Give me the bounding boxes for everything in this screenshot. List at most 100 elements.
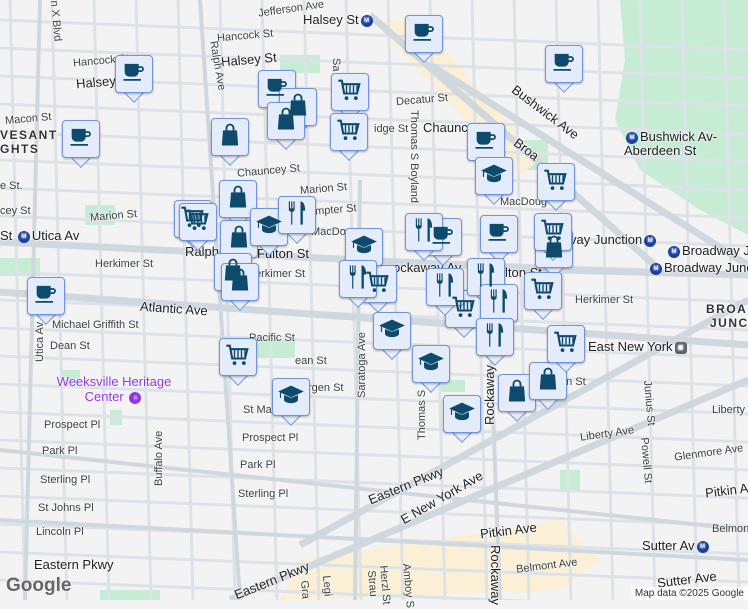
marker-box xyxy=(211,118,249,156)
shopping-icon xyxy=(216,121,244,154)
grocery-icon xyxy=(552,328,580,361)
station-name: Broadway Junc xyxy=(664,260,748,275)
grocery-marker[interactable] xyxy=(179,203,217,251)
shopping-marker[interactable] xyxy=(211,118,249,166)
coffee-marker[interactable] xyxy=(115,55,153,103)
shopping-icon xyxy=(225,223,253,256)
street-label: Thomas S xyxy=(416,389,428,440)
station-label: Halsey St M xyxy=(303,12,375,27)
grocery-marker[interactable] xyxy=(524,272,562,320)
coffee-icon xyxy=(410,18,438,51)
marker-box xyxy=(272,378,310,416)
street-label: e St. xyxy=(0,180,23,192)
restaurant-marker[interactable] xyxy=(405,213,443,261)
train-icon: ▣ xyxy=(674,341,687,354)
street-label: rgen St xyxy=(308,382,344,394)
restaurant-icon xyxy=(481,321,509,354)
street-label: Prospect Pl xyxy=(242,432,299,444)
school-marker[interactable] xyxy=(412,345,450,393)
street-label: idge St xyxy=(374,123,409,135)
shopping-marker[interactable] xyxy=(221,263,259,311)
marker-box xyxy=(467,123,505,161)
neighborhood-label: VESANT xyxy=(0,128,58,142)
station-name: vay Junction xyxy=(570,232,643,247)
marker-box xyxy=(529,362,567,400)
restaurant-marker[interactable] xyxy=(278,196,316,244)
coffee-marker[interactable] xyxy=(62,120,100,168)
station-name: Bushwick Av-Aberdeen St xyxy=(624,129,718,158)
restaurant-marker[interactable] xyxy=(339,260,377,308)
museum-icon: ⌂ xyxy=(129,391,142,404)
grocery-marker[interactable] xyxy=(537,163,575,211)
street-label: Sa xyxy=(330,58,342,72)
coffee-marker[interactable] xyxy=(405,15,443,63)
coffee-marker[interactable] xyxy=(27,277,65,325)
street-label: Thomas S Boyland xyxy=(408,110,420,203)
street-label: MacDo xyxy=(311,226,346,238)
street-label: Herkimer St xyxy=(95,258,154,270)
coffee-icon xyxy=(32,280,60,313)
shopping-icon xyxy=(226,266,254,299)
street-label: Eastern Pkwy xyxy=(34,557,114,572)
street-label: Sterling Pl xyxy=(40,474,91,486)
marker-box xyxy=(373,312,411,350)
shopping-marker[interactable] xyxy=(267,102,305,150)
poi-weeksville-heritage-center[interactable]: Weeksville Heritage Center ⌂ xyxy=(49,374,179,404)
street-label: St Ma xyxy=(243,404,272,416)
grocery-icon xyxy=(184,206,212,239)
station-name: Sutter Av xyxy=(642,538,695,553)
street-label: Strau xyxy=(365,570,380,598)
street-label: Rockaway xyxy=(482,365,497,425)
coffee-marker[interactable] xyxy=(545,45,583,93)
marker-box xyxy=(476,318,514,356)
restaurant-marker[interactable] xyxy=(476,318,514,366)
school-icon xyxy=(448,398,476,431)
coffee-icon xyxy=(472,126,500,159)
marker-box xyxy=(412,345,450,383)
street-label: Prospect Pl xyxy=(44,419,101,431)
grocery-marker[interactable] xyxy=(330,113,368,161)
coffee-marker[interactable] xyxy=(480,215,518,263)
marker-box xyxy=(537,163,575,201)
marker-box xyxy=(278,196,316,234)
marker-box xyxy=(62,120,100,158)
marker-box xyxy=(545,45,583,83)
shopping-icon xyxy=(503,377,531,410)
station-label: M Broadway J xyxy=(666,243,748,258)
street-label: Herkimer St xyxy=(575,294,634,306)
grocery-icon xyxy=(224,341,252,374)
street-label: erkimer St xyxy=(255,268,306,280)
street-label: Gra xyxy=(298,580,312,600)
shopping-marker[interactable] xyxy=(498,374,536,422)
street-label: ean St xyxy=(295,355,327,367)
street-label: Park Pl xyxy=(42,445,78,457)
subway-icon: M xyxy=(668,245,680,258)
neighborhood-label: BROA xyxy=(706,302,748,316)
school-icon xyxy=(378,315,406,348)
grocery-marker[interactable] xyxy=(219,338,257,386)
shopping-marker[interactable] xyxy=(529,362,567,410)
street-label: Liberty xyxy=(712,404,746,416)
grocery-icon xyxy=(336,76,364,109)
station-label: Chaunc xyxy=(423,120,468,135)
subway-icon: M xyxy=(360,14,373,27)
school-marker[interactable] xyxy=(272,378,310,426)
street-label: St Johns Pl xyxy=(38,502,94,514)
school-marker[interactable] xyxy=(443,395,481,443)
station-name: Utica Av xyxy=(31,228,80,243)
station-label: M Broadway Junc xyxy=(648,260,748,275)
school-marker[interactable] xyxy=(475,157,513,205)
station-label: East New York ▣ xyxy=(588,339,689,354)
map-attribution[interactable]: Map data ©2025 Google xyxy=(630,587,748,600)
neighborhood-label: GHTS xyxy=(0,142,40,156)
marker-box xyxy=(480,215,518,253)
google-logo[interactable]: Google xyxy=(6,575,71,597)
marker-box xyxy=(405,15,443,53)
school-icon xyxy=(350,231,378,264)
coffee-icon xyxy=(120,58,148,91)
marker-box xyxy=(267,102,305,140)
coffee-icon xyxy=(485,218,513,251)
marker-box xyxy=(331,73,369,111)
station-name: Halsey St xyxy=(303,12,359,27)
school-marker[interactable] xyxy=(373,312,411,360)
